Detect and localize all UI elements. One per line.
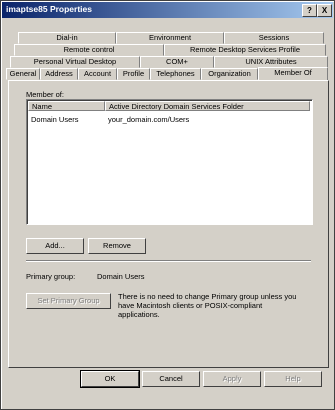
tab-account[interactable]: Account: [78, 68, 117, 80]
tab-environment[interactable]: Environment: [116, 32, 224, 44]
add-button[interactable]: Add...: [26, 238, 84, 254]
member-of-list[interactable]: Name Active Directory Domain Services Fo…: [26, 99, 313, 225]
column-header-name[interactable]: Name: [28, 101, 105, 111]
window-title: imaptse85 Properties: [6, 4, 92, 14]
tab-member-of[interactable]: Member Of: [258, 67, 328, 80]
properties-dialog: imaptse85 Properties ? X Dial-in Environ…: [0, 0, 335, 410]
primary-group-value: Domain Users: [97, 272, 145, 281]
row-domain-users-name[interactable]: Domain Users: [31, 115, 79, 124]
primary-group-note: There is no need to change Primary group…: [118, 292, 297, 319]
close-button[interactable]: X: [317, 4, 332, 17]
tab-address[interactable]: Address: [40, 68, 78, 80]
row-domain-users-folder[interactable]: your_domain.com/Users: [108, 115, 189, 124]
remove-button[interactable]: Remove: [88, 238, 146, 254]
tab-sessions[interactable]: Sessions: [224, 32, 324, 44]
apply-button[interactable]: Apply: [203, 371, 261, 387]
title-bar[interactable]: imaptse85 Properties ? X: [2, 2, 333, 18]
ok-button[interactable]: OK: [80, 370, 140, 388]
tab-personal-virtual-desktop[interactable]: Personal Virtual Desktop: [10, 56, 140, 68]
tab-dial-in[interactable]: Dial-in: [18, 32, 116, 44]
column-header-folder[interactable]: Active Directory Domain Services Folder: [105, 101, 310, 111]
member-of-label: Member of:: [26, 90, 64, 99]
tab-profile[interactable]: Profile: [117, 68, 150, 80]
member-of-panel: Member of: Name Active Directory Domain …: [8, 80, 329, 368]
tab-remote-control[interactable]: Remote control: [14, 44, 164, 56]
set-primary-group-button[interactable]: Set Primary Group: [26, 293, 111, 309]
tab-organization[interactable]: Organization: [201, 68, 258, 80]
tab-com-plus[interactable]: COM+: [140, 56, 214, 68]
primary-group-label: Primary group:: [26, 272, 76, 281]
separator: [26, 260, 311, 262]
cancel-button[interactable]: Cancel: [142, 371, 200, 387]
tab-general[interactable]: General: [6, 68, 40, 80]
tab-telephones[interactable]: Telephones: [150, 68, 201, 80]
help-bottom-button[interactable]: Help: [264, 371, 322, 387]
tab-remote-desktop-services-profile[interactable]: Remote Desktop Services Profile: [164, 44, 326, 56]
help-button[interactable]: ?: [302, 4, 317, 17]
